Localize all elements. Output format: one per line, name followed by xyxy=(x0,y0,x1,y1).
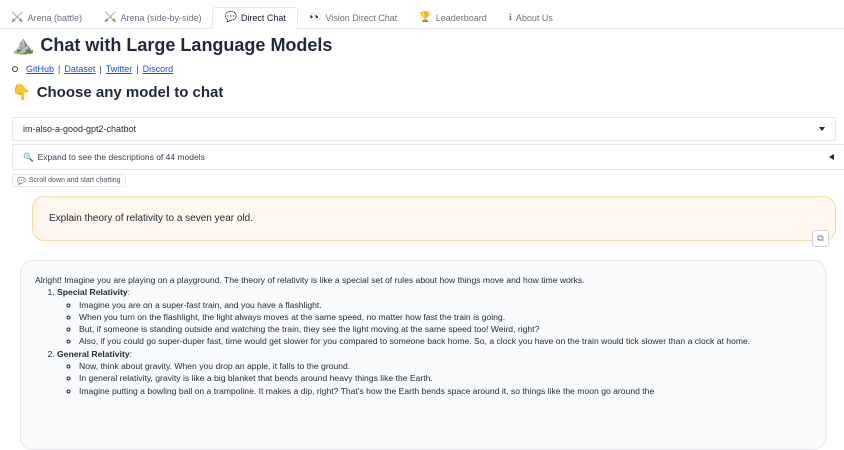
accordion-label: Expand to see the descriptions of 44 mod… xyxy=(37,152,205,162)
list-item: Special Relativity: Imagine you are on a… xyxy=(57,286,811,347)
sub-list: Now, think about gravity. When you drop … xyxy=(57,360,811,397)
accordion-label-group: 🔍 Expand to see the descriptions of 44 m… xyxy=(23,152,205,163)
tab-label: About Us xyxy=(515,13,553,23)
section-heading: 👇 Choose any model to chat xyxy=(12,83,224,102)
tab-vision-direct-chat[interactable]: 👀 Vision Direct Chat xyxy=(298,8,408,28)
dataset-link[interactable]: Dataset xyxy=(64,64,95,74)
page-title: ⛰️ Chat with Large Language Models xyxy=(12,35,332,56)
tab-arena-battle[interactable]: ⚔️ Arena (battle) xyxy=(0,8,93,28)
twitter-link[interactable]: Twitter xyxy=(106,64,133,74)
chevron-down-icon xyxy=(819,127,825,131)
tab-label: Direct Chat xyxy=(240,13,286,23)
tab-label: Leaderboard xyxy=(435,13,487,23)
mountain-icon: ⛰️ xyxy=(12,35,35,55)
speech-bubble-icon: 💬 xyxy=(17,177,26,185)
crossed-swords-icon: ⚔️ xyxy=(103,12,117,23)
tab-label: Arena (battle) xyxy=(27,13,82,23)
discord-link[interactable]: Discord xyxy=(143,64,174,74)
separator: | xyxy=(99,64,102,74)
link-row: GitHub | Dataset | Twitter | Discord xyxy=(12,64,173,74)
chat-hint-label: 💬 Scroll down and start chatting xyxy=(12,174,126,187)
list-item: In general relativity, gravity is like a… xyxy=(79,372,811,384)
separator: | xyxy=(136,64,139,74)
section-title: General Relativity xyxy=(57,348,130,359)
page-title-text: Chat with Large Language Models xyxy=(40,35,333,55)
model-select[interactable]: im-also-a-good-gpt2-chatbot xyxy=(12,117,836,141)
trophy-icon: 🏆 xyxy=(419,12,432,23)
list-item: Imagine putting a bowling ball on a tram… xyxy=(79,385,811,397)
info-icon: ℹ xyxy=(508,13,512,22)
section-title-colon: : xyxy=(127,287,131,298)
tab-direct-chat[interactable]: 💬 Direct Chat xyxy=(212,7,298,29)
copy-icon: ⧉ xyxy=(817,233,824,243)
list-item: General Relativity: Now, think about gra… xyxy=(57,348,811,397)
tab-arena-side-by-side[interactable]: ⚔️ Arena (side-by-side) xyxy=(93,8,212,28)
model-descriptions-accordion[interactable]: 🔍 Expand to see the descriptions of 44 m… xyxy=(12,144,844,170)
section-heading-text: Choose any model to chat xyxy=(36,83,224,101)
tab-about-us[interactable]: ℹ About Us xyxy=(498,8,564,28)
tab-leaderboard[interactable]: 🏆 Leaderboard xyxy=(408,8,498,28)
tab-label: Vision Direct Chat xyxy=(325,13,398,23)
section-title: Special Relativity xyxy=(57,287,128,298)
section-title-colon: : xyxy=(129,348,132,359)
user-message: Explain theory of relativity to a seven … xyxy=(32,196,836,241)
separator: | xyxy=(58,64,61,74)
github-link[interactable]: GitHub xyxy=(26,64,54,74)
magnifier-icon: 🔍 xyxy=(23,151,34,162)
list-item: Now, think about gravity. When you drop … xyxy=(79,360,811,372)
model-select-value: im-also-a-good-gpt2-chatbot xyxy=(23,124,137,134)
tab-bar: ⚔️ Arena (battle) ⚔️ Arena (side-by-side… xyxy=(0,6,844,29)
list-item: Imagine you are on a super-fast train, a… xyxy=(79,299,811,311)
caret-left-icon xyxy=(829,154,834,160)
list-item: But, if someone is standing outside and … xyxy=(79,323,811,335)
sub-list: Imagine you are on a super-fast train, a… xyxy=(57,299,811,348)
bot-intro: Alright! Imagine you are playing on a pl… xyxy=(35,275,585,285)
copy-button[interactable]: ⧉ xyxy=(812,230,829,247)
eyes-icon: 👀 xyxy=(308,12,322,23)
tab-label: Arena (side-by-side) xyxy=(120,13,202,23)
list-item: Also, if you could go super-duper fast, … xyxy=(79,335,811,347)
crossed-swords-icon: ⚔️ xyxy=(11,12,24,23)
bullet-icon xyxy=(12,66,18,72)
list-item: When you turn on the flashlight, the lig… xyxy=(79,311,811,323)
user-message-text: Explain theory of relativity to a seven … xyxy=(49,213,253,224)
bot-message: Alright! Imagine you are playing on a pl… xyxy=(20,260,826,450)
chat-hint-text: Scroll down and start chatting xyxy=(28,177,121,184)
bot-section-list: Special Relativity: Imagine you are on a… xyxy=(35,286,811,397)
speech-bubble-icon: 💬 xyxy=(224,12,237,23)
pointing-down-icon: 👇 xyxy=(12,84,31,101)
